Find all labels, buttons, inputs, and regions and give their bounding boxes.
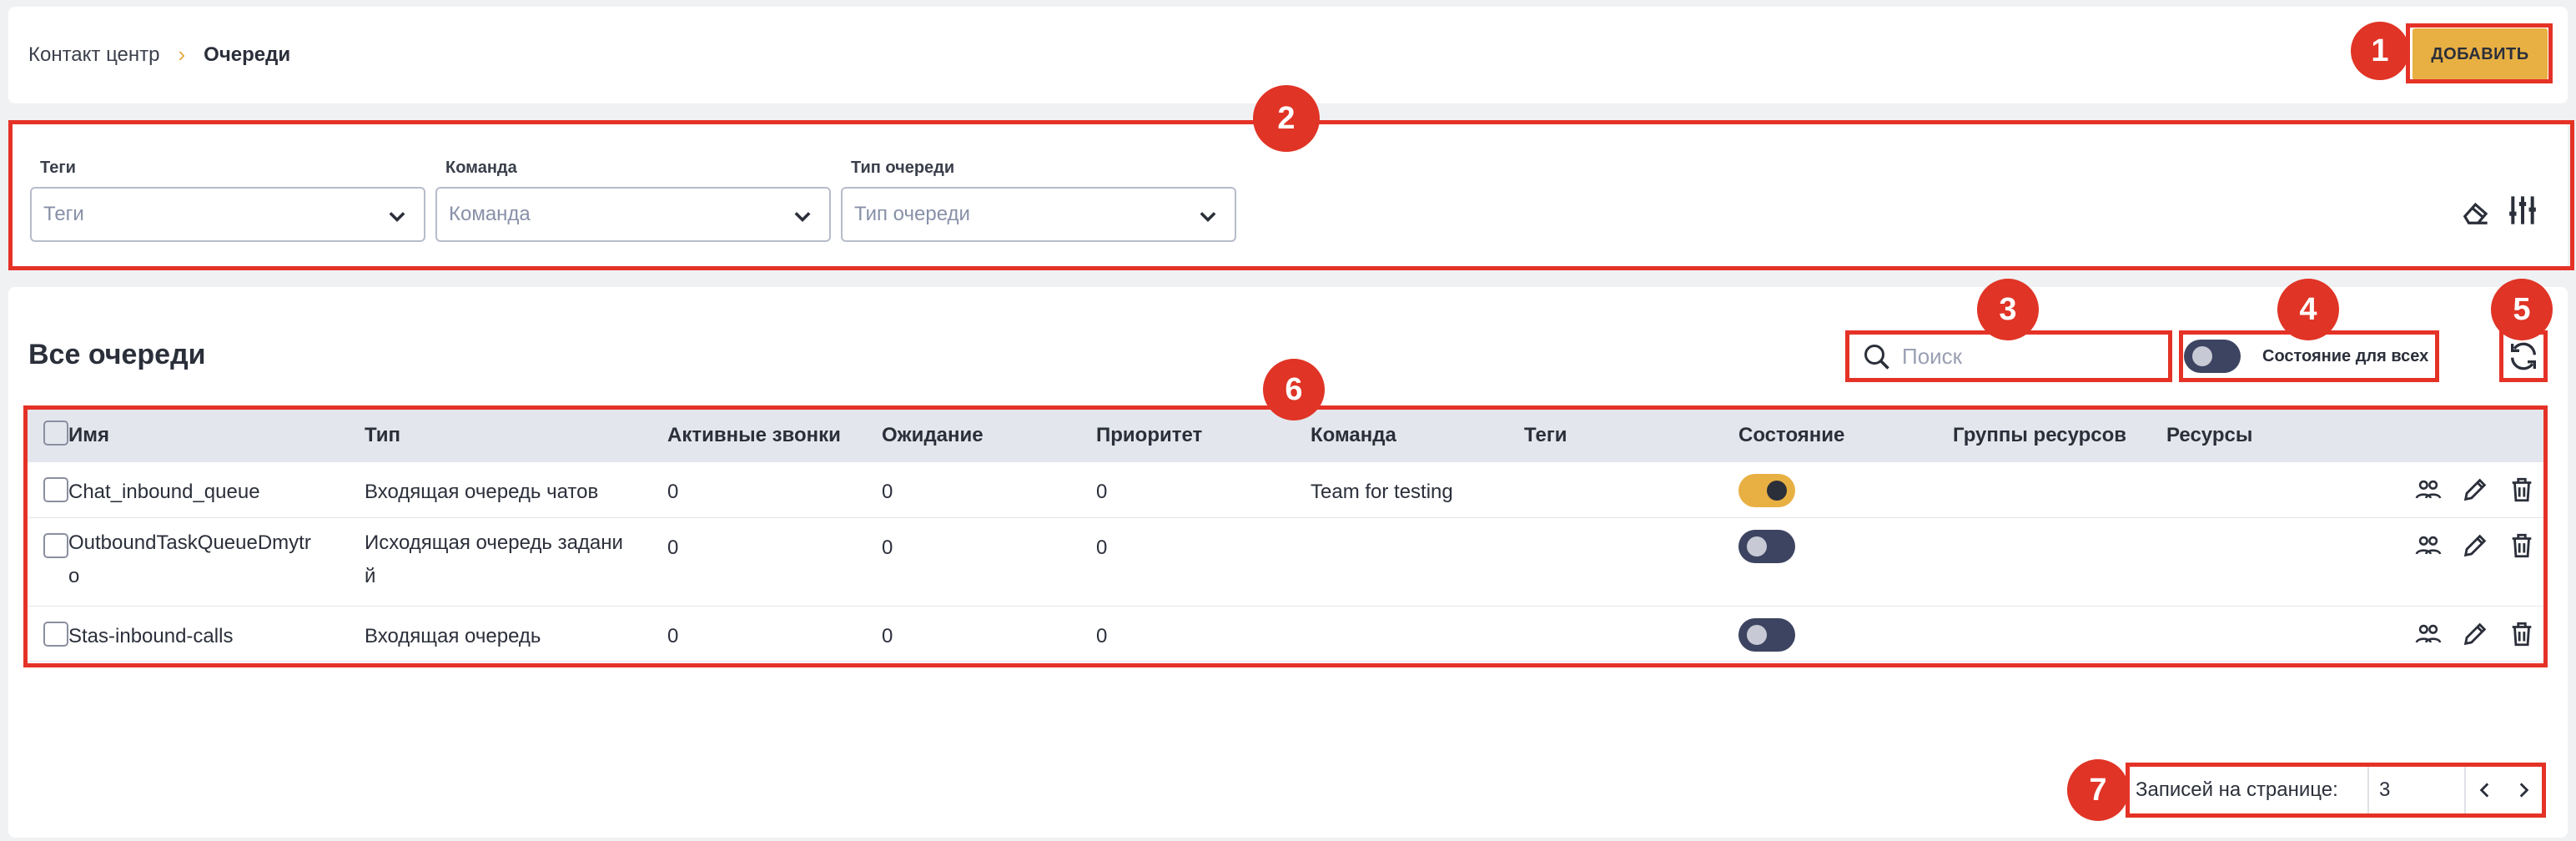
breadcrumb-contact-center[interactable]: Контакт центр [28, 43, 160, 67]
annotation-marker: 1 [2351, 22, 2409, 80]
annotation-marker: 5 [2491, 279, 2553, 340]
highlight-add-button [2406, 23, 2553, 83]
annotation-marker: 7 [2067, 759, 2129, 821]
annotation-marker: 2 [1253, 85, 1320, 152]
highlight-pagination [2126, 763, 2546, 818]
highlight-table [23, 405, 2548, 667]
breadcrumb: Контакт центр › Очереди [28, 42, 290, 68]
annotation-marker: 3 [1977, 279, 2039, 340]
breadcrumb-current: Очереди [204, 43, 291, 66]
breadcrumb-separator: › [178, 42, 186, 67]
annotation-marker: 4 [2277, 279, 2339, 340]
queues-title: Все очереди [28, 339, 206, 370]
annotation-marker: 6 [1263, 359, 1325, 420]
